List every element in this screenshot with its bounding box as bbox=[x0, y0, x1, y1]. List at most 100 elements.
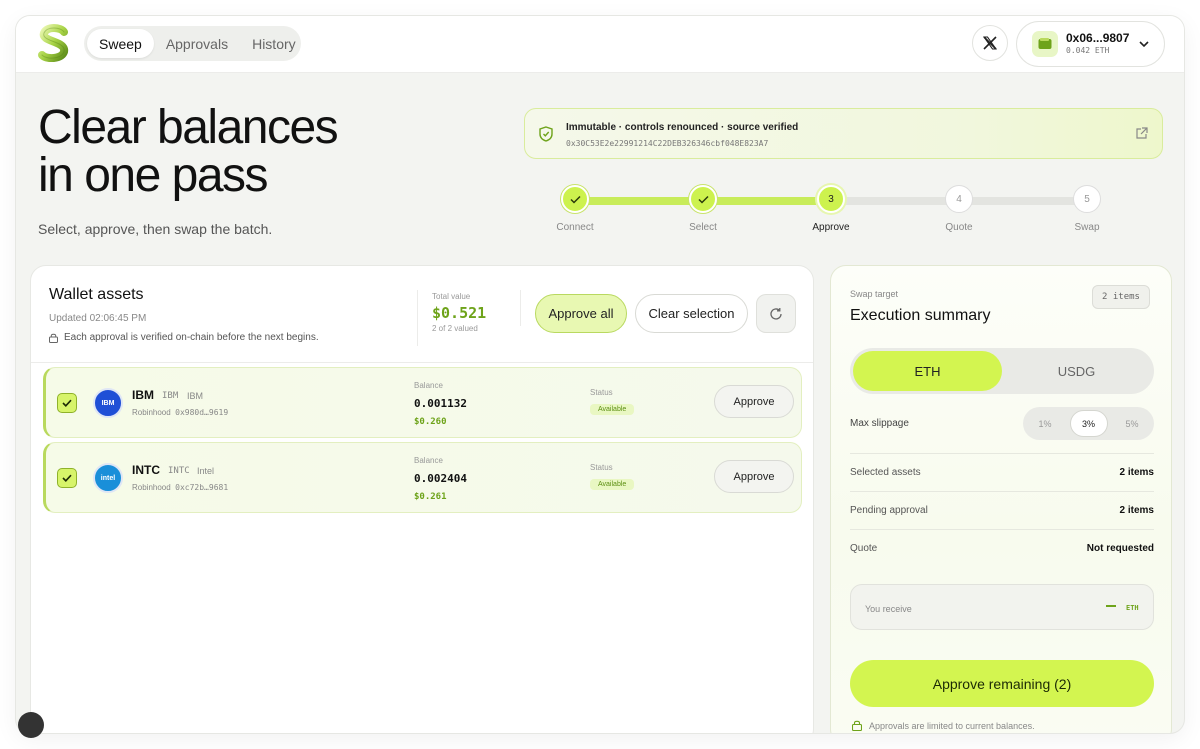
you-receive-box: You receive ETH bbox=[850, 584, 1154, 630]
assets-divider bbox=[31, 362, 813, 363]
assets-updated-time: Updated 02:06:45 PM bbox=[49, 313, 147, 324]
check-icon bbox=[62, 399, 72, 407]
x-social-button[interactable] bbox=[972, 25, 1008, 61]
approve-asset-button[interactable]: Approve bbox=[714, 460, 794, 493]
x-logo-icon bbox=[983, 36, 997, 50]
check-icon bbox=[569, 195, 581, 204]
tab-approvals[interactable]: Approvals bbox=[154, 29, 240, 58]
summary-divider bbox=[850, 529, 1154, 530]
swap-target-label: Swap target bbox=[850, 289, 899, 299]
header-divider bbox=[520, 290, 521, 326]
refresh-icon bbox=[770, 307, 782, 320]
shield-check-icon bbox=[539, 126, 553, 142]
target-usdg-option[interactable]: USDG bbox=[1002, 351, 1151, 391]
external-link-icon[interactable] bbox=[1135, 127, 1148, 140]
lock-icon bbox=[49, 333, 58, 343]
lock-icon bbox=[852, 720, 862, 731]
wallet-address: 0x06...9807 bbox=[1066, 31, 1130, 45]
step-select bbox=[689, 185, 717, 213]
approve-all-button[interactable]: Approve all bbox=[535, 294, 627, 333]
pending-approval-row: Pending approval 2 items bbox=[850, 505, 1154, 516]
refresh-button[interactable] bbox=[756, 294, 796, 333]
top-bar: Sweep Approvals History 0x06...9807 0.04… bbox=[16, 16, 1184, 73]
sweep-logo-icon[interactable] bbox=[38, 24, 70, 62]
balance-label: Balance bbox=[414, 381, 443, 390]
asset-balance: 0.001132 bbox=[414, 397, 467, 410]
tab-sweep[interactable]: Sweep bbox=[87, 29, 154, 58]
slippage-option-5[interactable]: 5% bbox=[1113, 410, 1151, 437]
step-label-quote: Quote bbox=[945, 222, 973, 233]
status-badge: Available bbox=[590, 479, 635, 490]
receive-currency: ETH bbox=[1126, 604, 1139, 612]
tab-history[interactable]: History bbox=[240, 29, 308, 58]
assets-title: Wallet assets bbox=[49, 286, 144, 303]
step-label-swap: Swap bbox=[1074, 222, 1100, 233]
step-approve: 3 bbox=[817, 185, 845, 213]
approval-footnote: Approvals are limited to current balance… bbox=[852, 720, 1035, 731]
swap-target-toggle: ETH USDG bbox=[850, 348, 1154, 394]
slippage-option-3[interactable]: 3% bbox=[1069, 410, 1108, 437]
app-window: Sweep Approvals History 0x06...9807 0.04… bbox=[16, 16, 1184, 733]
asset-row[interactable]: IBM IBM IBM IBM Robinhood 0x980d…9619 Ba… bbox=[43, 367, 802, 438]
main-nav: Sweep Approvals History bbox=[84, 26, 301, 61]
asset-checkbox[interactable] bbox=[57, 393, 77, 413]
clear-selection-button[interactable]: Clear selection bbox=[635, 294, 748, 333]
asset-symbol: INTC bbox=[132, 463, 160, 477]
step-label-approve: Approve bbox=[812, 222, 850, 233]
wallet-icon bbox=[1032, 31, 1058, 57]
page-title: Clear balances in one pass bbox=[38, 101, 339, 202]
quote-row: Quote Not requested bbox=[850, 543, 1154, 554]
summary-title: Execution summary bbox=[850, 307, 991, 324]
summary-divider bbox=[850, 453, 1154, 454]
total-value: $0.521 bbox=[432, 304, 487, 322]
asset-balance: 0.002404 bbox=[414, 472, 467, 485]
step-label-select: Select bbox=[689, 222, 717, 233]
you-receive-label: You receive bbox=[865, 604, 912, 614]
wallet-button[interactable]: 0x06...9807 0.042 ETH bbox=[1016, 21, 1165, 67]
avatar[interactable] bbox=[18, 712, 44, 738]
total-value-block: Total value $0.521 2 of 2 valued bbox=[417, 290, 486, 346]
asset-source: Robinhood 0xc72b…9681 bbox=[132, 483, 229, 492]
check-icon bbox=[697, 195, 709, 204]
contract-address: 0x30C53E2e22991214C22DEB326346cbf048E823… bbox=[566, 139, 769, 148]
target-eth-option[interactable]: ETH bbox=[853, 351, 1002, 391]
status-label: Status bbox=[590, 388, 613, 397]
asset-symbol: IBM bbox=[132, 388, 154, 402]
progress-stepper: 3 4 5 Connect Select Approve Quote Swap bbox=[556, 185, 1121, 235]
execution-summary-panel: Swap target Execution summary 2 items ET… bbox=[830, 265, 1172, 733]
step-connect bbox=[561, 185, 589, 213]
selected-assets-row: Selected assets 2 items bbox=[850, 467, 1154, 478]
wallet-balance: 0.042 ETH bbox=[1066, 46, 1110, 55]
items-count-badge: 2 items bbox=[1092, 285, 1150, 309]
page-subtitle: Select, approve, then swap the batch. bbox=[38, 221, 273, 237]
status-label: Status bbox=[590, 463, 613, 472]
check-icon bbox=[62, 474, 72, 482]
total-valued-count: 2 of 2 valued bbox=[432, 324, 478, 333]
approve-remaining-button[interactable]: Approve remaining (2) bbox=[850, 660, 1154, 707]
chevron-down-icon bbox=[1139, 41, 1149, 48]
status-badge: Available bbox=[590, 404, 635, 415]
ibm-token-icon: IBM bbox=[93, 388, 123, 418]
step-label-connect: Connect bbox=[556, 222, 594, 233]
asset-usd-value: $0.260 bbox=[414, 417, 447, 427]
step-quote: 4 bbox=[945, 185, 973, 213]
wallet-assets-panel: Wallet assets Updated 02:06:45 PM Each a… bbox=[30, 265, 814, 733]
approval-note: Each approval is verified on-chain befor… bbox=[49, 332, 319, 343]
slippage-option-1[interactable]: 1% bbox=[1026, 410, 1064, 437]
asset-ticker: INTC bbox=[168, 466, 190, 476]
asset-name: Intel bbox=[197, 466, 215, 476]
asset-name: IBM bbox=[187, 391, 204, 401]
receive-amount-placeholder bbox=[1106, 605, 1116, 607]
contract-verified-banner: Immutable · controls renounced · source … bbox=[524, 108, 1163, 159]
asset-row[interactable]: intel INTC INTC Intel Robinhood 0xc72b…9… bbox=[43, 442, 802, 513]
step-swap: 5 bbox=[1073, 185, 1101, 213]
slippage-label: Max slippage bbox=[850, 418, 909, 429]
approve-asset-button[interactable]: Approve bbox=[714, 385, 794, 418]
slippage-selector: 1% 3% 5% bbox=[1023, 407, 1154, 440]
balance-label: Balance bbox=[414, 456, 443, 465]
asset-source: Robinhood 0x980d…9619 bbox=[132, 408, 229, 417]
asset-checkbox[interactable] bbox=[57, 468, 77, 488]
total-value-label: Total value bbox=[432, 292, 471, 301]
asset-usd-value: $0.261 bbox=[414, 492, 447, 502]
asset-ticker: IBM bbox=[162, 391, 179, 401]
